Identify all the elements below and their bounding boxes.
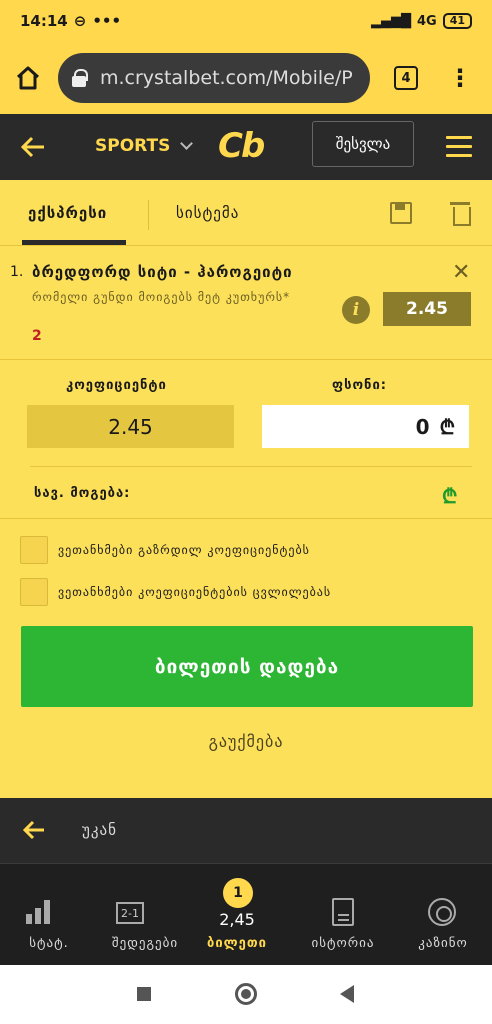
login-button[interactable]: შესვლა [312,121,414,167]
place-bet-button[interactable]: ბილეთის დადება [21,626,473,707]
tab-divider [148,200,149,230]
betslip-count-badge: 1 [223,878,253,908]
nav-casino[interactable]: კაზინო [394,864,492,965]
nav-results[interactable]: 2-1 შედეგები [96,864,194,965]
possible-win-label: სავ. მოგება: [34,486,131,501]
browser-toolbar: m.crystalbet.com/Mobile/P 4 ⋮ [0,42,492,114]
cancel-button[interactable]: გაუქმება [0,732,492,751]
network-type: 4G [416,13,437,29]
score-icon: 2-1 [116,902,144,924]
nav-stats[interactable]: სტატ. [0,864,98,965]
accept-higher-odds-label: ვეთანხმები გაზრდილ კოეფიციენტებს [58,543,310,557]
back-arrow-icon[interactable] [22,818,46,842]
accept-higher-odds-checkbox[interactable] [20,536,48,564]
bet-selection: 1. ბრედფორდ სიტი - ჰაროგეიტი რომელი გუნდ… [0,246,492,360]
dnd-icon: ⊖ [73,12,87,30]
home-button-icon[interactable] [235,983,257,1005]
back-bar[interactable]: უკან [0,798,492,864]
lari-icon: ₾ [439,415,455,439]
divider [30,466,472,467]
stake-label: ფსონი: [332,378,387,393]
status-bar: 14:14 ⊖ ••• ▂▄▆█ 4G 41 [0,0,492,42]
accept-odds-change-row[interactable]: ვეთანხმები კოეფიციენტების ცვლილებას [20,578,331,606]
selection-odds: 2.45 [383,292,471,326]
market-name: რომელი გუნდი მოიგებს მეტ კუთხურს* [32,290,291,304]
app-header: SPORTS Cb შესვლა [0,114,492,180]
nav-betslip[interactable]: 1 2,45 ბილეთი [188,864,286,965]
tab-count: 4 [401,70,411,86]
remove-selection-icon[interactable]: ✕ [452,262,470,284]
accept-odds-change-checkbox[interactable] [20,578,48,606]
home-icon[interactable] [14,64,42,92]
tab-system[interactable]: სისტემა [176,204,239,222]
tab-switcher-button[interactable]: 4 [394,66,418,90]
nav-results-label: შედეგები [111,936,179,951]
battery-level: 41 [449,14,465,27]
selection-number: 1. [10,264,24,280]
info-icon[interactable]: i [342,296,370,324]
lock-icon [72,69,88,87]
accept-higher-odds-row[interactable]: ვეთანხმები გაზრდილ კოეფიციენტებს [20,536,310,564]
nav-stats-label: სტატ. [29,936,69,951]
back-arrow-icon[interactable] [20,134,46,160]
sports-dropdown[interactable]: SPORTS [95,136,194,156]
betslip-total-odds: 2,45 [219,910,255,929]
match-name: ბრედფორდ სიტი - ჰაროგეიტი [32,263,293,281]
total-coefficient: 2.45 [27,405,234,448]
coefficient-label: კოეფიციენტი [66,378,167,393]
betslip-tabs: ექსპრესი სისტემა [0,180,492,246]
nav-betslip-label: ბილეთი [207,936,267,951]
back-icon[interactable] [340,985,354,1003]
signal-icon: ▂▄▆█ [370,13,411,29]
history-icon [332,898,354,926]
nav-history-label: ისტორია [311,936,375,951]
outcome: 2 [32,328,42,344]
roulette-icon [428,898,456,926]
active-tab-indicator [22,240,126,245]
betslip-panel: ექსპრესი სისტემა 1. ბრედფორდ სიტი - ჰარო… [0,180,492,798]
url-text: m.crystalbet.com/Mobile/P [100,67,353,89]
recents-icon[interactable] [137,987,151,1001]
accept-odds-change-label: ვეთანხმები კოეფიციენტების ცვლილებას [58,585,332,599]
bar-chart-icon [26,900,50,924]
clock: 14:14 [20,12,68,30]
stake-value: 0 [415,414,430,439]
chevron-down-icon [180,137,194,150]
nav-history[interactable]: ისტორია [294,864,392,965]
back-label: უკან [82,821,117,839]
divider [0,518,492,519]
more-notifications-icon: ••• [92,12,122,30]
bottom-navigation: სტატ. 2-1 შედეგები 1 2,45 ბილეთი ისტორია… [0,864,492,965]
browser-menu-icon[interactable]: ⋮ [448,66,472,90]
nav-casino-label: კაზინო [418,936,468,951]
sports-label: SPORTS [95,136,171,156]
trash-icon[interactable] [450,202,471,226]
logo[interactable]: Cb [218,126,265,166]
hamburger-menu-icon[interactable] [446,136,472,158]
url-bar[interactable]: m.crystalbet.com/Mobile/P [58,53,370,103]
system-navigation-bar [0,965,492,1024]
stake-input[interactable]: 0 ₾ [262,405,469,448]
save-icon[interactable] [390,202,412,224]
battery-icon: 41 [442,13,472,29]
possible-win-currency: ₾ [442,484,458,508]
tab-express[interactable]: ექსპრესი [28,204,107,222]
